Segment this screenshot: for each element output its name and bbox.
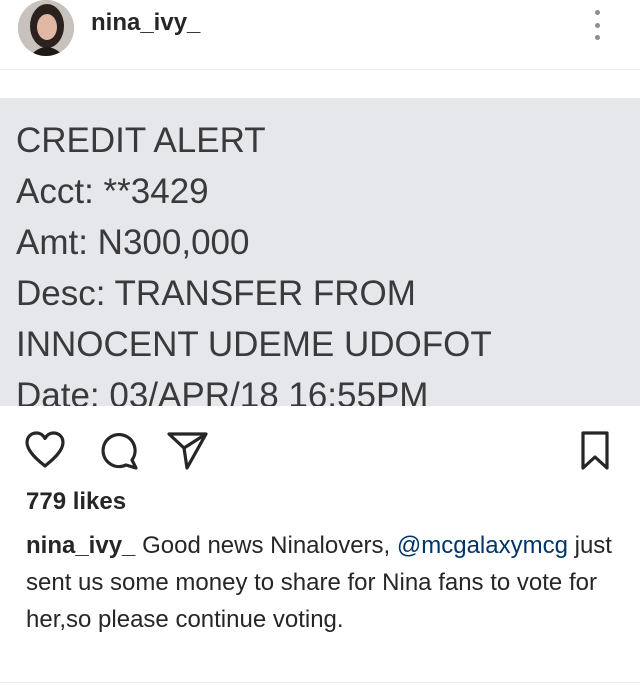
likes-count[interactable]: 779 likes <box>26 488 126 516</box>
sms-line: Desc: TRANSFER FROM <box>16 274 416 313</box>
caption-username[interactable]: nina_ivy_ <box>26 532 135 559</box>
action-bar <box>0 406 640 480</box>
caption-text: Good news Ninalovers, <box>142 532 391 559</box>
more-vertical-icon[interactable] <box>585 8 609 42</box>
more-dot <box>594 22 600 28</box>
post-image[interactable]: CREDIT ALERT Acct: **3429 Amt: N300,000 … <box>0 70 640 406</box>
divider <box>0 682 640 683</box>
bookmark-icon[interactable] <box>578 430 612 472</box>
avatar-image <box>18 0 74 56</box>
caption-mention[interactable]: @mcgalaxymcg <box>397 532 568 559</box>
avatar[interactable] <box>18 0 74 56</box>
sms-line: Amt: N300,000 <box>16 223 250 262</box>
post-header: nina_ivy_ <box>0 0 640 70</box>
post-username[interactable]: nina_ivy_ <box>91 9 200 37</box>
send-icon[interactable] <box>166 430 210 472</box>
sms-line: INNOCENT UDEME UDOFOT <box>16 325 492 364</box>
sms-message: CREDIT ALERT Acct: **3429 Amt: N300,000 … <box>16 115 492 406</box>
sms-line: CREDIT ALERT <box>16 121 266 160</box>
more-dot <box>594 35 600 40</box>
post-caption: nina_ivy_ Good news Ninalovers, @mcgalax… <box>26 527 626 638</box>
sms-line: Date: 03/APR/18 16:55PM <box>16 376 429 406</box>
sms-line: Acct: **3429 <box>16 172 209 211</box>
more-dot <box>594 10 600 15</box>
heart-icon[interactable] <box>23 430 67 470</box>
comment-icon[interactable] <box>98 430 140 472</box>
